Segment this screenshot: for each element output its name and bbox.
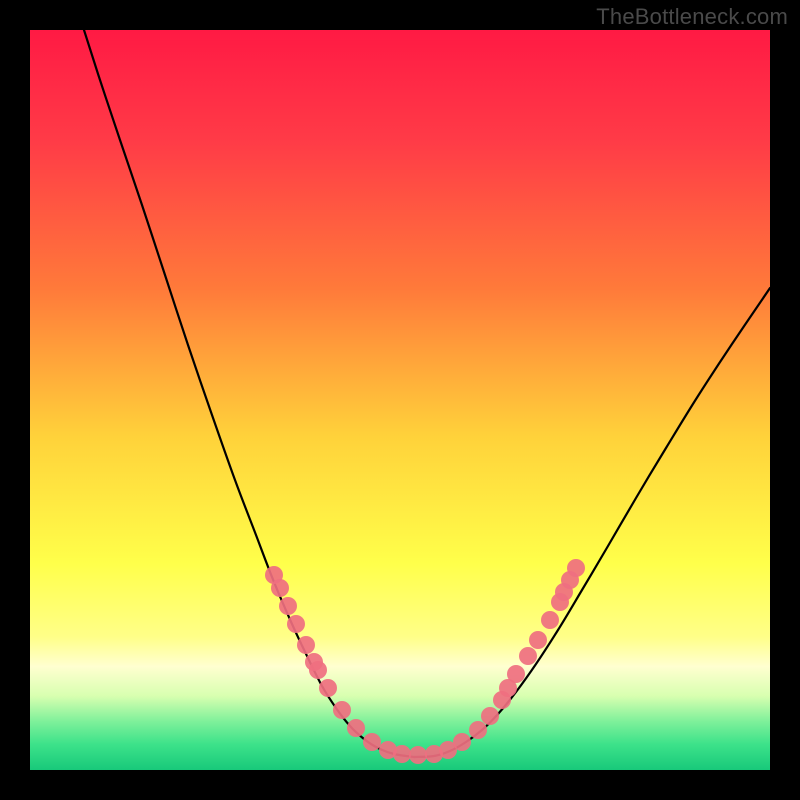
dot-bottom-cluster-0 xyxy=(363,733,381,751)
gradient-background xyxy=(30,30,770,770)
dot-right-cluster-11 xyxy=(567,559,585,577)
plot-area xyxy=(30,30,770,770)
chart-frame: TheBottleneck.com xyxy=(0,0,800,800)
dot-right-cluster-1 xyxy=(481,707,499,725)
dot-right-cluster-0 xyxy=(469,721,487,739)
dot-right-cluster-4 xyxy=(507,665,525,683)
watermark-text: TheBottleneck.com xyxy=(596,4,788,30)
dot-bottom-cluster-3 xyxy=(409,746,427,764)
dot-right-cluster-5 xyxy=(519,647,537,665)
dot-left-cluster-1 xyxy=(271,579,289,597)
dot-left-cluster-9 xyxy=(347,719,365,737)
dot-left-cluster-8 xyxy=(333,701,351,719)
dot-bottom-cluster-2 xyxy=(393,745,411,763)
dot-bottom-cluster-6 xyxy=(453,733,471,751)
dot-right-cluster-7 xyxy=(541,611,559,629)
dot-left-cluster-7 xyxy=(319,679,337,697)
dot-left-cluster-4 xyxy=(297,636,315,654)
dot-right-cluster-6 xyxy=(529,631,547,649)
dot-left-cluster-2 xyxy=(279,597,297,615)
chart-svg xyxy=(30,30,770,770)
dot-left-cluster-3 xyxy=(287,615,305,633)
dot-left-cluster-6 xyxy=(309,661,327,679)
